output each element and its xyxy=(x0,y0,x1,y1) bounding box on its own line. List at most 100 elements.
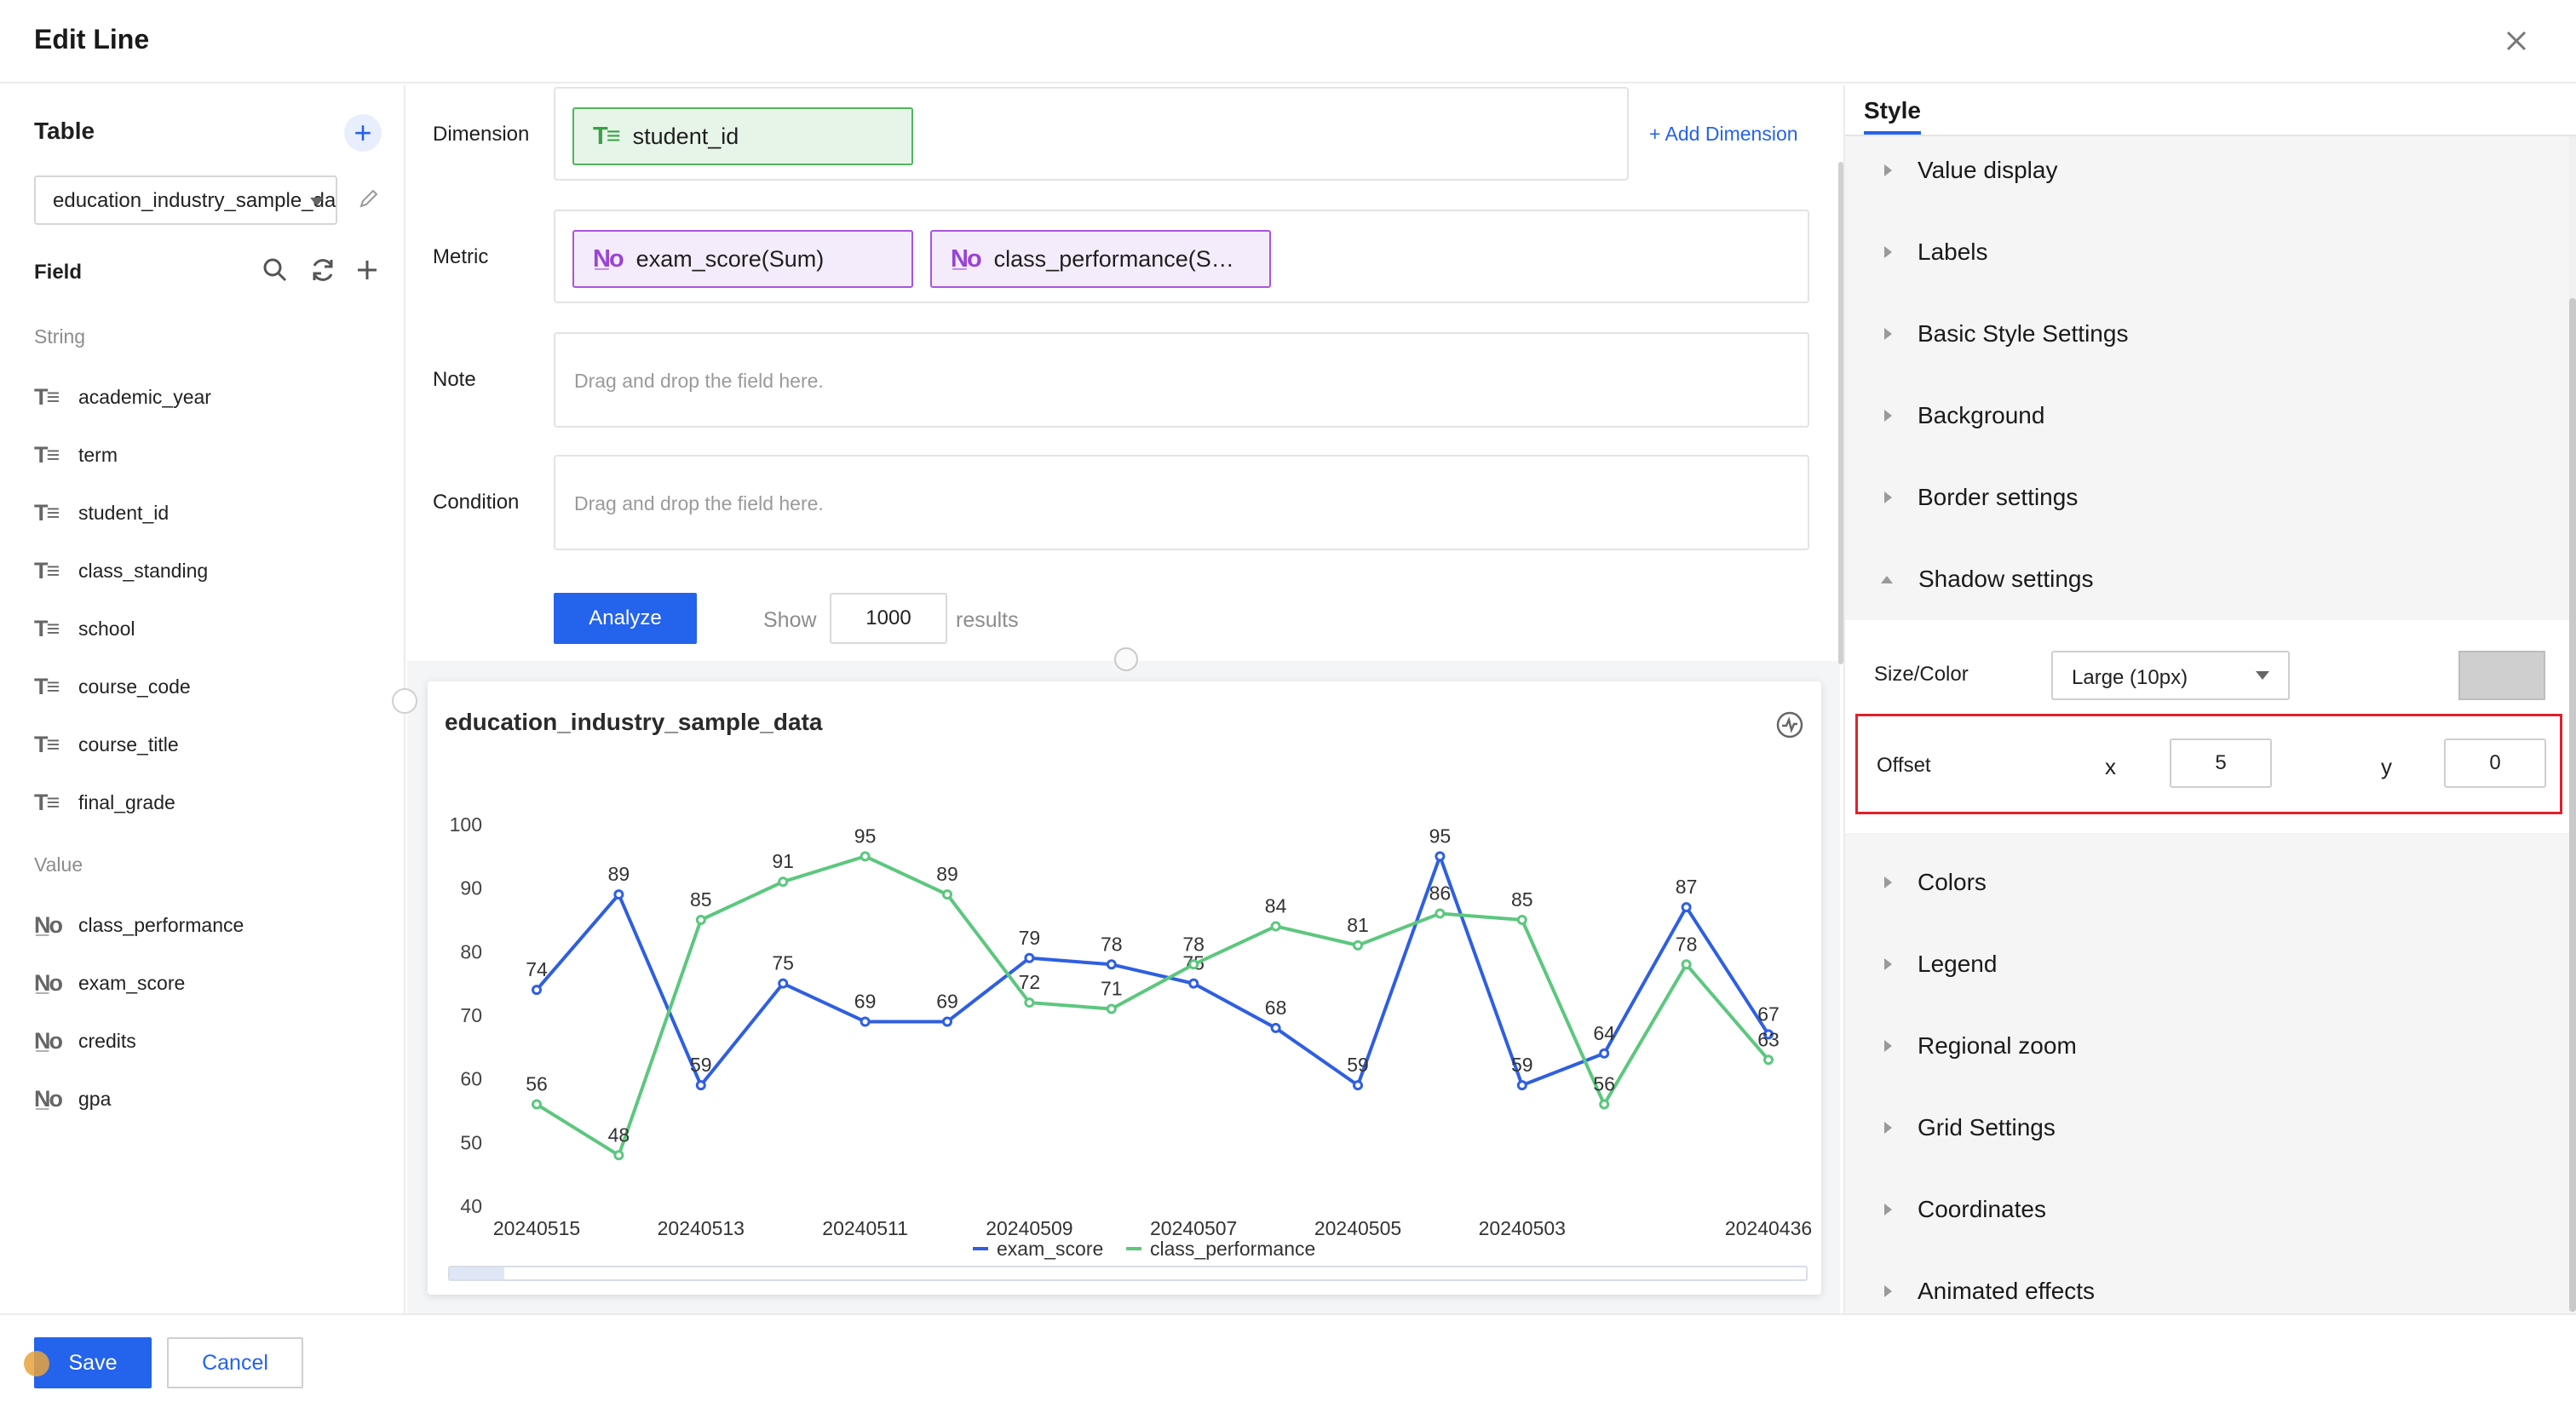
section-border-settings[interactable]: Border settings xyxy=(1845,457,2576,538)
data-point xyxy=(1763,1054,1774,1066)
string-type-icon: T≡ xyxy=(593,122,621,150)
chart-title: education_industry_sample_data xyxy=(445,709,823,735)
style-panel: Style Value display Labels Basic Style Set… xyxy=(1843,85,2576,1313)
cancel-button[interactable]: Cancel xyxy=(167,1337,303,1388)
field-item-term[interactable]: T≡ term xyxy=(34,438,118,472)
field-item-label: class_standing xyxy=(78,559,209,582)
data-label: 81 xyxy=(1347,914,1369,936)
number-type-icon: N̲o xyxy=(593,244,624,273)
note-drop-zone[interactable]: Drag and drop the field here. xyxy=(554,332,1809,428)
field-item-class-standing[interactable]: T≡ class_standing xyxy=(34,554,208,588)
pencil-icon[interactable] xyxy=(356,186,382,211)
section-label: Labels xyxy=(1918,238,1988,265)
field-item-exam-score[interactable]: N̲o exam_score xyxy=(34,966,185,1000)
string-group-label: String xyxy=(34,325,86,348)
field-item-credits[interactable]: N̲o credits xyxy=(34,1024,136,1058)
section-colors[interactable]: Colors xyxy=(1845,842,2576,923)
condition-placeholder: Drag and drop the field here. xyxy=(574,492,824,514)
section-coordinates[interactable]: Coordinates xyxy=(1845,1169,2576,1250)
caret-right-icon xyxy=(1884,328,1892,340)
offset-y-input[interactable]: 0 xyxy=(2444,738,2546,788)
dimension-drop-zone[interactable]: T≡ student_id xyxy=(554,87,1629,181)
field-item-label: term xyxy=(78,443,118,466)
refresh-icon[interactable] xyxy=(308,256,337,284)
data-point xyxy=(613,889,624,900)
field-item-school[interactable]: T≡ school xyxy=(34,612,135,646)
number-type-icon: N̲o xyxy=(34,1027,63,1054)
data-point xyxy=(1106,1003,1117,1014)
caret-right-icon xyxy=(1884,1122,1892,1134)
shadow-size-select[interactable]: Large (10px) xyxy=(2051,651,2290,700)
x-tick-label: 20240509 xyxy=(986,1217,1072,1239)
shadow-color-swatch[interactable] xyxy=(2458,651,2545,700)
data-point xyxy=(1188,978,1199,989)
section-regional-zoom[interactable]: Regional zoom xyxy=(1845,1005,2576,1087)
data-point xyxy=(1599,1048,1610,1059)
string-type-icon: T≡ xyxy=(34,383,60,410)
y-tick-label: 50 xyxy=(460,1131,482,1153)
zoom-slider-handle[interactable] xyxy=(450,1267,504,1279)
close-icon[interactable] xyxy=(2498,22,2535,60)
section-shadow-settings[interactable]: Shadow settings xyxy=(1845,538,2576,620)
data-label: 85 xyxy=(1511,888,1533,911)
section-labels[interactable]: Labels xyxy=(1845,211,2576,293)
section-basic-style-settings[interactable]: Basic Style Settings xyxy=(1845,293,2576,375)
data-point xyxy=(1024,997,1035,1008)
resize-handle[interactable] xyxy=(1114,647,1138,671)
field-item-final-grade[interactable]: T≡ final_grade xyxy=(34,785,175,819)
collapse-sidebar-handle[interactable] xyxy=(392,688,417,714)
condition-drop-zone[interactable]: Drag and drop the field here. xyxy=(554,455,1809,550)
y-tick-label: 70 xyxy=(460,1004,482,1026)
caret-right-icon xyxy=(1884,958,1892,970)
style-scrollbar[interactable] xyxy=(2569,298,2576,1312)
x-tick-label: 20240511 xyxy=(822,1217,908,1239)
x-tick-label: 20240503 xyxy=(1479,1217,1566,1239)
analyze-button[interactable]: Analyze xyxy=(554,593,697,644)
data-label: 75 xyxy=(772,952,794,974)
section-legend[interactable]: Legend xyxy=(1845,923,2576,1005)
offset-x-label: x xyxy=(2105,754,2116,779)
data-label: 84 xyxy=(1265,894,1287,916)
number-type-icon: N̲o xyxy=(34,911,63,938)
section-value-display[interactable]: Value display xyxy=(1845,129,2576,211)
string-type-icon: T≡ xyxy=(34,789,60,815)
field-item-student-id[interactable]: T≡ student_id xyxy=(34,496,169,530)
section-grid-settings[interactable]: Grid Settings xyxy=(1845,1087,2576,1169)
metric-chip-label: class_performance(S… xyxy=(993,245,1234,272)
data-point xyxy=(1681,959,1692,970)
chart-type-icon[interactable] xyxy=(1775,710,1804,739)
dialog-title: Edit Line xyxy=(34,24,150,55)
field-item-course-code[interactable]: T≡ course_code xyxy=(34,669,191,704)
table-select[interactable]: education_industry_sample_data xyxy=(34,175,337,225)
field-item-academic-year[interactable]: T≡ academic_year xyxy=(34,380,211,414)
zoom-slider[interactable] xyxy=(448,1266,1808,1281)
field-sidebar: Table + education_industry_sample_data F… xyxy=(0,85,405,1313)
add-dimension-link[interactable]: + Add Dimension xyxy=(1649,123,1798,146)
section-background[interactable]: Background xyxy=(1845,375,2576,457)
add-table-button[interactable]: + xyxy=(344,114,382,152)
metric-chip-exam-score[interactable]: N̲o exam_score(Sum) xyxy=(572,230,913,288)
field-item-gpa[interactable]: N̲o gpa xyxy=(34,1082,111,1116)
field-item-label: exam_score xyxy=(78,971,186,994)
style-tab-bar: Style xyxy=(1845,85,2576,136)
metric-chip-class-performance[interactable]: N̲o class_performance(S… xyxy=(930,230,1271,288)
dimension-chip[interactable]: T≡ student_id xyxy=(572,107,913,165)
section-label: Regional zoom xyxy=(1918,1032,2077,1059)
search-icon[interactable] xyxy=(261,256,290,284)
legend-item-class-performance: class_performance xyxy=(1150,1238,1315,1260)
field-item-label: class_performance xyxy=(78,913,244,936)
metric-drop-zone[interactable]: N̲o exam_score(Sum) N̲o class_performanc… xyxy=(554,210,1809,303)
add-field-icon[interactable] xyxy=(353,256,382,284)
field-item-course-title[interactable]: T≡ course_title xyxy=(34,727,179,761)
save-button[interactable]: Save xyxy=(34,1337,152,1388)
caret-up-icon xyxy=(1881,575,1893,583)
data-point xyxy=(860,1016,871,1027)
offset-x-input[interactable]: 5 xyxy=(2170,738,2272,788)
section-label: Border settings xyxy=(1918,484,2079,510)
data-point xyxy=(1516,915,1527,925)
field-item-class-performance[interactable]: N̲o class_performance xyxy=(34,908,244,942)
data-point xyxy=(1270,1022,1281,1033)
result-limit-input[interactable]: 1000 xyxy=(830,593,947,644)
field-item-label: academic_year xyxy=(78,385,211,408)
data-label: 64 xyxy=(1593,1022,1615,1044)
